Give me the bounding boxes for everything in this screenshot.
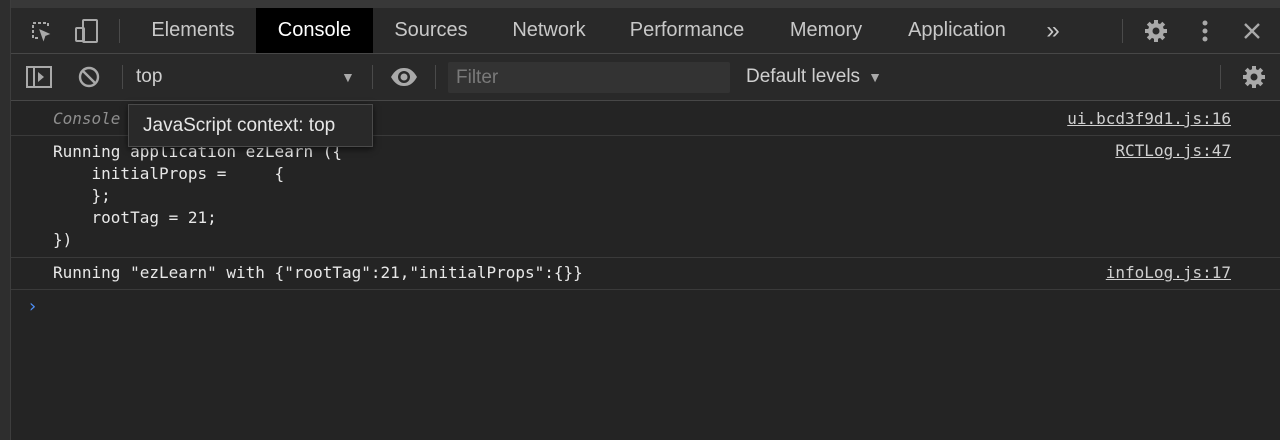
tab-console[interactable]: Console (256, 8, 373, 53)
source-link[interactable]: infoLog.js:17 (1106, 263, 1231, 282)
tab-application[interactable]: Application (887, 8, 1027, 53)
console-message: Running "ezLearn" with {"rootTag":21,"in… (11, 258, 1280, 290)
js-context-select[interactable]: top (136, 54, 162, 100)
devtools-tab-bar: Elements Console Sources Network Perform… (11, 8, 1280, 54)
source-link[interactable]: RCTLog.js:47 (1115, 141, 1231, 160)
chevron-down-icon: ▼ (868, 69, 882, 85)
console-message-text: Console (53, 109, 121, 128)
toolbar-divider (1220, 65, 1221, 89)
tab-divider (1122, 19, 1123, 43)
live-expression-eye-icon[interactable] (389, 54, 419, 100)
context-tooltip: JavaScript context: top (128, 104, 373, 147)
inspect-element-icon[interactable] (28, 8, 54, 54)
log-levels-dropdown[interactable]: Default levels ▼ (746, 54, 882, 100)
console-settings-gear-icon[interactable] (1241, 54, 1267, 100)
filter-input[interactable] (448, 62, 730, 93)
tab-performance[interactable]: Performance (609, 8, 765, 53)
tab-elements[interactable]: Elements (130, 8, 256, 53)
toolbar-divider (122, 65, 123, 89)
tab-sources[interactable]: Sources (373, 8, 489, 53)
console-message-text: Running "ezLearn" with {"rootTag":21,"in… (53, 263, 583, 282)
console-output[interactable]: Console ui.bcd3f9d1.js:16 Running applic… (11, 101, 1280, 440)
sidebar-toggle-icon[interactable] (25, 54, 53, 100)
more-tabs-icon[interactable]: » (1038, 8, 1068, 53)
tab-divider (119, 19, 120, 43)
tab-memory[interactable]: Memory (765, 8, 887, 53)
device-toolbar-icon[interactable] (73, 8, 101, 54)
tab-network[interactable]: Network (489, 8, 609, 53)
log-levels-label: Default levels (746, 66, 861, 87)
window-top-strip (0, 0, 1280, 8)
close-icon[interactable] (1240, 8, 1264, 54)
console-message-text: Running application ezLearn ({ initialPr… (53, 142, 342, 249)
toolbar-divider (435, 65, 436, 89)
console-prompt-icon[interactable]: › (27, 296, 38, 317)
vertical-dots-icon[interactable] (1195, 8, 1215, 54)
left-panel-edge (0, 0, 11, 440)
console-toolbar: top ▼ Default levels ▼ (11, 54, 1280, 101)
chevron-down-icon[interactable]: ▼ (341, 54, 355, 100)
console-message: Running application ezLearn ({ initialPr… (11, 136, 1280, 258)
source-link[interactable]: ui.bcd3f9d1.js:16 (1067, 109, 1231, 128)
toolbar-divider (372, 65, 373, 89)
settings-gear-icon[interactable] (1143, 8, 1169, 54)
clear-console-icon[interactable] (77, 54, 101, 100)
